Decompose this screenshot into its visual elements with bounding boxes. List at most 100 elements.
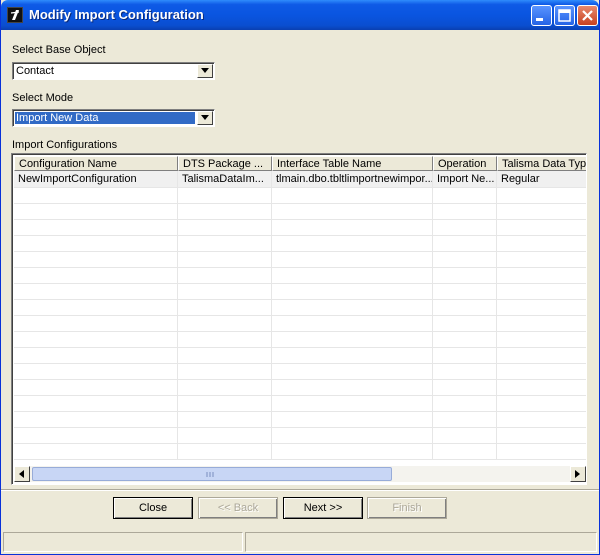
table-cell: [272, 203, 433, 219]
table-cell: [497, 251, 586, 267]
table-cell: [178, 283, 272, 299]
scrollbar-grip-icon: [206, 472, 214, 477]
table-cell: [14, 411, 178, 427]
table-cell: [14, 443, 178, 459]
table-cell: [178, 267, 272, 283]
table-cell: [433, 427, 497, 443]
table-cell: [497, 347, 586, 363]
table-cell: [272, 235, 433, 251]
table-cell: [272, 299, 433, 315]
table-cell: [272, 283, 433, 299]
minimize-icon: [536, 18, 543, 21]
base-object-dropdown-button[interactable]: [197, 64, 213, 78]
scroll-left-button[interactable]: [14, 466, 30, 482]
table-cell: [497, 267, 586, 283]
table-cell: [14, 347, 178, 363]
mode-value: Import New Data: [16, 112, 99, 124]
mode-label: Select Mode: [12, 92, 74, 104]
table-cell: [497, 411, 586, 427]
table-cell: [433, 331, 497, 347]
table-cell: [272, 251, 433, 267]
table-cell: [178, 331, 272, 347]
table-cell: [178, 315, 272, 331]
table-cell: [178, 347, 272, 363]
table-cell: [497, 219, 586, 235]
close-icon: [582, 10, 593, 21]
table-cell: [497, 299, 586, 315]
table-row[interactable]: [14, 379, 586, 396]
mode-dropdown[interactable]: Import New Data: [12, 109, 215, 127]
modify-import-configuration-window: Modify Import Configuration Select Base …: [0, 0, 600, 555]
table-cell: [497, 363, 586, 379]
table-row[interactable]: [14, 331, 586, 348]
table-row[interactable]: [14, 283, 586, 300]
column-header[interactable]: DTS Package ...: [178, 156, 272, 171]
back-button[interactable]: << Back: [198, 497, 278, 519]
table-cell: [272, 395, 433, 411]
table-row[interactable]: [14, 251, 586, 268]
close-window-button[interactable]: [577, 5, 598, 26]
table-row[interactable]: [14, 299, 586, 316]
table-row[interactable]: [14, 235, 586, 252]
column-header[interactable]: Operation: [433, 156, 497, 171]
table-cell: [497, 315, 586, 331]
scrollbar-thumb[interactable]: [32, 467, 392, 481]
table-row[interactable]: [14, 411, 586, 428]
table-row[interactable]: [14, 363, 586, 380]
mode-dropdown-button[interactable]: [197, 111, 213, 125]
table-cell: [178, 299, 272, 315]
table-cell: [178, 427, 272, 443]
table-cell: [178, 235, 272, 251]
table-row[interactable]: NewImportConfiguration TalismaDataIm... tl…: [14, 171, 586, 188]
table-cell: [272, 347, 433, 363]
column-header[interactable]: Configuration Name: [14, 156, 178, 171]
table-cell: [178, 187, 272, 203]
status-bar: [1, 529, 599, 554]
table-cell: [178, 411, 272, 427]
separator: [1, 489, 599, 491]
table-row[interactable]: [14, 219, 586, 236]
table-row[interactable]: [14, 443, 586, 460]
table-row[interactable]: [14, 315, 586, 332]
table-cell: [433, 203, 497, 219]
base-object-dropdown[interactable]: Contact: [12, 62, 215, 80]
table-cell: [497, 331, 586, 347]
table-row[interactable]: [14, 203, 586, 220]
base-object-value: Contact: [16, 65, 54, 77]
table-cell: [497, 427, 586, 443]
table-cell: [14, 203, 178, 219]
table-cell: Import Ne...: [433, 171, 497, 187]
table-cell: [14, 219, 178, 235]
app-icon: [7, 7, 23, 23]
finish-button[interactable]: Finish: [367, 497, 447, 519]
scroll-right-button[interactable]: [570, 466, 586, 482]
horizontal-scrollbar[interactable]: [14, 466, 586, 482]
import-configurations-grid[interactable]: Configuration Name DTS Package ... Inter…: [11, 153, 587, 485]
title-bar[interactable]: Modify Import Configuration: [1, 0, 599, 30]
window-title: Modify Import Configuration: [29, 7, 204, 22]
table-row[interactable]: [14, 187, 586, 204]
table-cell: [178, 379, 272, 395]
table-cell: [14, 283, 178, 299]
table-row[interactable]: [14, 267, 586, 284]
mode-selection-highlight: Import New Data: [15, 112, 195, 124]
table-cell: [497, 203, 586, 219]
close-button[interactable]: Close: [113, 497, 193, 519]
column-header[interactable]: Talisma Data Type: [497, 156, 586, 171]
table-row[interactable]: [14, 347, 586, 364]
column-header[interactable]: Interface Table Name: [272, 156, 433, 171]
maximize-button[interactable]: [554, 5, 575, 26]
table-row[interactable]: [14, 395, 586, 412]
table-cell: NewImportConfiguration: [14, 171, 178, 187]
minimize-button[interactable]: [531, 5, 552, 26]
next-button[interactable]: Next >>: [283, 497, 363, 519]
arrow-right-icon: [575, 470, 580, 478]
table-cell: [433, 443, 497, 459]
table-row[interactable]: [14, 427, 586, 444]
maximize-icon: [558, 9, 571, 22]
table-cell: [497, 283, 586, 299]
table-cell: [272, 411, 433, 427]
grid-header: Configuration Name DTS Package ... Inter…: [14, 156, 586, 171]
status-pane: [3, 532, 243, 552]
table-cell: [433, 299, 497, 315]
